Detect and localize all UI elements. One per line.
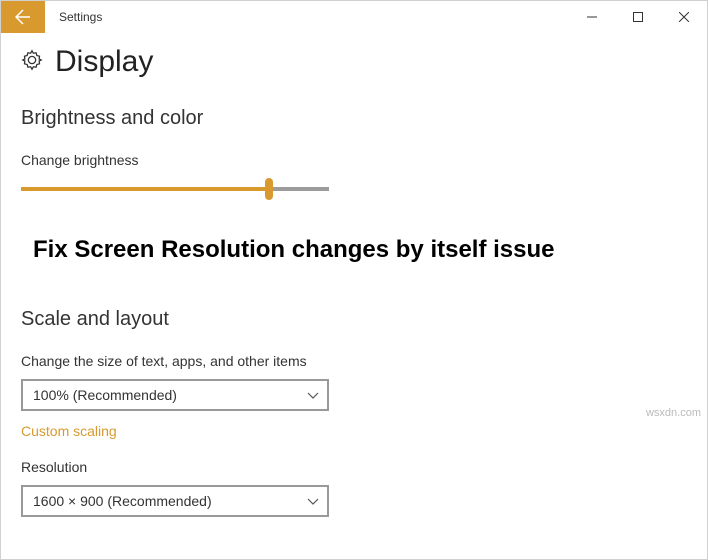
slider-thumb[interactable] bbox=[265, 178, 273, 200]
resolution-dropdown[interactable]: 1600 × 900 (Recommended) bbox=[21, 485, 329, 517]
brightness-slider-label: Change brightness bbox=[21, 152, 687, 168]
minimize-button[interactable] bbox=[569, 1, 615, 33]
gear-icon bbox=[21, 49, 43, 76]
close-icon bbox=[679, 12, 689, 22]
page-title: Display bbox=[55, 45, 153, 79]
resolution-label: Resolution bbox=[21, 459, 687, 475]
titlebar: Settings bbox=[1, 1, 707, 33]
custom-scaling-link[interactable]: Custom scaling bbox=[21, 423, 687, 439]
chevron-down-icon bbox=[307, 389, 319, 401]
window-title: Settings bbox=[45, 1, 102, 33]
minimize-icon bbox=[587, 12, 597, 22]
content-area: Display Brightness and color Change brig… bbox=[1, 33, 707, 517]
banner-text: Fix Screen Resolution changes by itself … bbox=[33, 236, 687, 264]
maximize-icon bbox=[633, 12, 643, 22]
slider-track-filled bbox=[21, 187, 269, 191]
resolution-value: 1600 × 900 (Recommended) bbox=[33, 493, 212, 509]
scale-section-heading: Scale and layout bbox=[21, 308, 687, 331]
text-size-value: 100% (Recommended) bbox=[33, 387, 177, 403]
window-controls bbox=[569, 1, 707, 33]
text-size-label: Change the size of text, apps, and other… bbox=[21, 353, 687, 369]
close-button[interactable] bbox=[661, 1, 707, 33]
chevron-down-icon bbox=[307, 495, 319, 507]
titlebar-spacer bbox=[102, 1, 569, 33]
brightness-section-heading: Brightness and color bbox=[21, 107, 687, 130]
page-header: Display bbox=[21, 45, 687, 79]
brightness-slider[interactable] bbox=[21, 178, 329, 200]
text-size-dropdown[interactable]: 100% (Recommended) bbox=[21, 379, 329, 411]
back-arrow-icon bbox=[15, 9, 31, 25]
back-button[interactable] bbox=[1, 1, 45, 33]
watermark: wsxdn.com bbox=[646, 407, 701, 419]
slider-track-empty bbox=[269, 187, 329, 191]
maximize-button[interactable] bbox=[615, 1, 661, 33]
